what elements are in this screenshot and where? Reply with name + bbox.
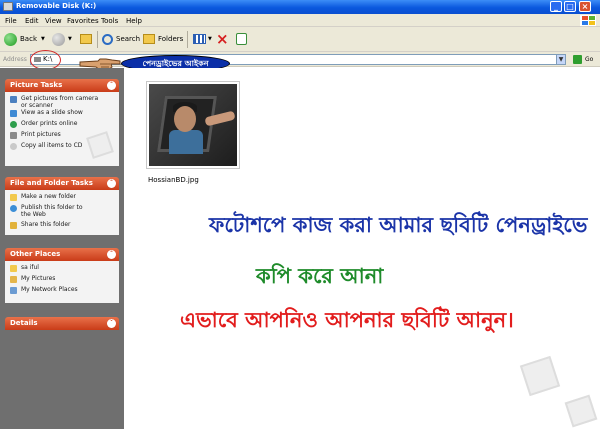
- new-folder-icon: [10, 194, 17, 201]
- refresh-icon: [236, 33, 247, 45]
- drive-icon: [3, 2, 13, 11]
- file-tasks-header[interactable]: File and Folder Tasks ˆ: [5, 177, 119, 190]
- details-title: Details: [10, 319, 38, 327]
- close-button[interactable]: ×: [579, 1, 591, 12]
- toolbar: Back ▼ ▼ Search Folders ▼ ×: [0, 27, 600, 52]
- go-arrow-icon: [573, 55, 582, 64]
- camera-icon: [10, 96, 17, 103]
- menu-favorites[interactable]: Favorites: [67, 17, 99, 25]
- place-network[interactable]: My Network Places: [10, 286, 119, 297]
- folder-up-icon: [80, 34, 92, 44]
- menu-view[interactable]: View: [45, 17, 62, 25]
- cd-icon: [10, 143, 17, 150]
- printer-icon: [10, 132, 17, 139]
- search-label: Search: [116, 35, 141, 43]
- overlay-text-line2: কপি করে আনা: [256, 264, 384, 288]
- task-get-pictures[interactable]: Get pictures from camera or scanner: [10, 95, 119, 109]
- go-label: Go: [585, 56, 594, 63]
- picture-tasks-title: Picture Tasks: [10, 81, 63, 89]
- forward-arrow-icon: [52, 32, 65, 46]
- menu-help[interactable]: Help: [126, 17, 142, 25]
- windows-logo-icon: [580, 15, 596, 26]
- minimize-button[interactable]: _: [550, 1, 562, 12]
- collapse-icon[interactable]: ˆ: [107, 179, 116, 188]
- task-pane: Picture Tasks ˆ Get pictures from camera…: [0, 68, 124, 429]
- back-arrow-icon: [4, 32, 17, 46]
- file-view: HossianBD.jpg ফটোশপে কাজ করা আমার ছবিটি …: [124, 68, 600, 429]
- task-new-folder[interactable]: Make a new folder: [10, 193, 119, 204]
- address-label: Address: [3, 56, 27, 63]
- chevron-down-icon[interactable]: ▼: [556, 55, 565, 64]
- back-label: Back: [20, 35, 37, 43]
- search-icon: [102, 33, 113, 45]
- other-places-panel: Other Places ˆ sa iful My Pictures My Ne…: [5, 248, 119, 303]
- watermark-icon: [564, 394, 598, 428]
- menu-edit[interactable]: Edit: [25, 17, 39, 25]
- file-thumbnail[interactable]: [146, 81, 240, 169]
- window-title: Removable Disk (K:): [16, 2, 97, 10]
- undo-button[interactable]: [236, 32, 247, 46]
- other-places-title: Other Places: [10, 250, 61, 258]
- place-saiful[interactable]: sa iful: [10, 264, 119, 275]
- other-places-header[interactable]: Other Places ˆ: [5, 248, 119, 261]
- place-my-pictures[interactable]: My Pictures: [10, 275, 119, 286]
- network-icon: [10, 287, 17, 294]
- go-button[interactable]: Go: [570, 55, 593, 64]
- collapse-icon[interactable]: ˆ: [107, 250, 116, 259]
- maximize-button[interactable]: □: [564, 1, 576, 12]
- folders-button[interactable]: Folders: [143, 32, 183, 46]
- folders-icon: [143, 34, 155, 44]
- views-button[interactable]: ▼: [193, 32, 212, 46]
- highlight-circle: [30, 50, 61, 70]
- picture-tasks-panel: Picture Tasks ˆ Get pictures from camera…: [5, 79, 119, 166]
- overlay-text-line3: এভাবে আপনিও আপনার ছবিটি আনুন।: [180, 308, 514, 332]
- photo-image: [149, 84, 237, 166]
- slideshow-icon: [10, 110, 17, 117]
- watermark-icon: [519, 355, 561, 397]
- up-folder-button[interactable]: [80, 32, 92, 46]
- share-hand-icon: [10, 222, 17, 229]
- publish-globe-icon: [10, 205, 17, 212]
- title-bar: Removable Disk (K:) _ □ ×: [0, 0, 600, 14]
- task-order-prints[interactable]: Order prints online: [10, 120, 119, 131]
- folder-icon: [10, 265, 17, 272]
- expand-icon[interactable]: ˇ: [107, 319, 116, 328]
- globe-icon: [10, 121, 17, 128]
- delete-icon[interactable]: ×: [216, 30, 229, 48]
- menu-file[interactable]: File: [5, 17, 17, 25]
- task-publish[interactable]: Publish this folder to the Web: [10, 204, 119, 221]
- task-slideshow[interactable]: View as a slide show: [10, 109, 119, 120]
- menu-tools[interactable]: Tools: [101, 17, 118, 25]
- views-icon: [193, 34, 206, 44]
- overlay-text-line1: ফটোশপে কাজ করা আমার ছবিটি পেনড্রাইভে: [209, 213, 588, 237]
- details-panel: Details ˇ: [5, 317, 119, 330]
- collapse-icon[interactable]: ˆ: [107, 81, 116, 90]
- file-name[interactable]: HossianBD.jpg: [148, 176, 199, 184]
- forward-button[interactable]: ▼: [52, 32, 72, 46]
- pictures-folder-icon: [10, 276, 17, 283]
- file-tasks-title: File and Folder Tasks: [10, 179, 93, 187]
- task-share[interactable]: Share this folder: [10, 221, 119, 232]
- search-button[interactable]: Search: [102, 32, 140, 46]
- folders-label: Folders: [158, 35, 184, 43]
- menu-bar: File Edit View Favorites Tools Help: [0, 14, 600, 27]
- details-header[interactable]: Details ˇ: [5, 317, 119, 330]
- picture-tasks-header[interactable]: Picture Tasks ˆ: [5, 79, 119, 92]
- back-button[interactable]: Back ▼: [4, 32, 45, 46]
- file-tasks-panel: File and Folder Tasks ˆ Make a new folde…: [5, 177, 119, 235]
